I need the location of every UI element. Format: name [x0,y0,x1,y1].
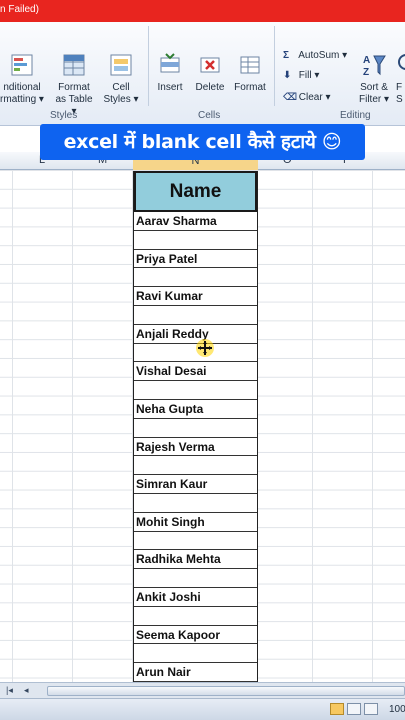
format-button[interactable]: Format [230,52,270,94]
cell-styles-icon [110,54,132,76]
format-as-table-icon [63,54,85,76]
sort-filter-icon: A Z [363,55,386,78]
move-cursor-icon [198,341,212,355]
name-cell[interactable]: Vishal Desai [134,362,257,382]
sigma-icon: Σ [283,50,290,61]
autosum-button[interactable]: Σ AutoSum ▾ [283,48,347,64]
name-cell[interactable]: Mohit Singh [134,513,257,532]
fill-down-icon: ⬇ [283,70,292,81]
conditional-formatting-icon [11,54,33,76]
delete-cells-icon [200,57,220,73]
conditional-formatting-button[interactable]: nditional rmatting ▾ [0,52,48,106]
name-header-cell[interactable]: Name [134,171,257,212]
blank-cell[interactable] [134,607,257,626]
window-title: n Failed) [0,4,39,15]
name-cell[interactable]: Ravi Kumar [134,287,257,306]
delete-button[interactable]: Delete [192,52,228,94]
name-cell[interactable]: Simran Kaur [134,475,257,494]
mouse-cursor [196,339,214,357]
page-break-view-icon[interactable] [364,703,378,715]
blank-cell[interactable] [134,569,257,588]
ribbon-separator [274,26,275,106]
svg-text:Z: Z [363,67,369,78]
blank-cell[interactable] [134,419,257,438]
fill-button[interactable]: ⬇ Fill ▾ [283,68,319,84]
title-bar: n Failed) [0,0,405,22]
ribbon-separator [148,26,149,106]
zoom-level[interactable]: 100 [389,704,405,715]
page-layout-view-icon[interactable] [347,703,361,715]
find-select-button[interactable]: F S [396,52,405,106]
insert-button[interactable]: Insert [152,52,188,94]
video-caption: excel में blank cell कैसे हटाये 😊 [40,124,365,160]
blank-cell[interactable] [134,644,257,664]
editing-group-label: Editing [340,110,371,121]
find-icon [398,54,405,70]
name-cell[interactable]: Priya Patel [134,250,257,269]
horizontal-scrollbar[interactable]: |◂ ◂ [0,682,405,698]
name-cell[interactable]: Seema Kapoor [134,626,257,645]
name-cell[interactable]: Ankit Joshi [134,588,257,607]
clear-button[interactable]: ⌫ Clear ▾ [283,90,330,106]
format-cells-icon [240,56,260,74]
name-cell[interactable]: Neha Gupta [134,400,257,419]
blank-cell[interactable] [134,268,257,288]
format-as-table-button[interactable]: Format as Table ▾ [52,52,96,118]
cell-styles-button[interactable]: Cell Styles ▾ [100,52,142,106]
name-cell[interactable]: Aarav Sharma [134,212,257,231]
blank-cell[interactable] [134,494,257,513]
cells-group-label: Cells [198,110,221,121]
blank-cell[interactable] [134,532,257,551]
normal-view-icon[interactable] [330,703,344,715]
name-cell[interactable]: Anjali Reddy [134,325,257,344]
blank-cell[interactable] [134,456,257,476]
insert-cells-icon [160,53,180,73]
blank-cell[interactable] [134,381,257,400]
blank-cell[interactable] [134,306,257,325]
name-column: Name Aarav Sharma Priya Patel Ravi Kumar An… [133,171,258,701]
status-bar: 100 [0,698,405,720]
name-cell[interactable]: Radhika Mehta [134,550,257,570]
scrollbar-thumb[interactable] [47,686,405,696]
blank-cell[interactable] [134,231,257,250]
styles-group-label: Styles [50,110,78,121]
name-cell[interactable]: Arun Nair [134,663,257,682]
sort-filter-button[interactable]: A Z Sort & Filter ▾ [356,52,392,106]
svg-text:A: A [363,55,370,66]
scroll-left-icon[interactable]: ◂ [24,685,29,696]
name-cell[interactable]: Rajesh Verma [134,438,257,457]
ribbon: nditional rmatting ▾ Format as Table ▾ C… [0,22,405,126]
scroll-left-first-icon[interactable]: |◂ [6,685,13,696]
eraser-icon: ⌫ [283,92,298,103]
